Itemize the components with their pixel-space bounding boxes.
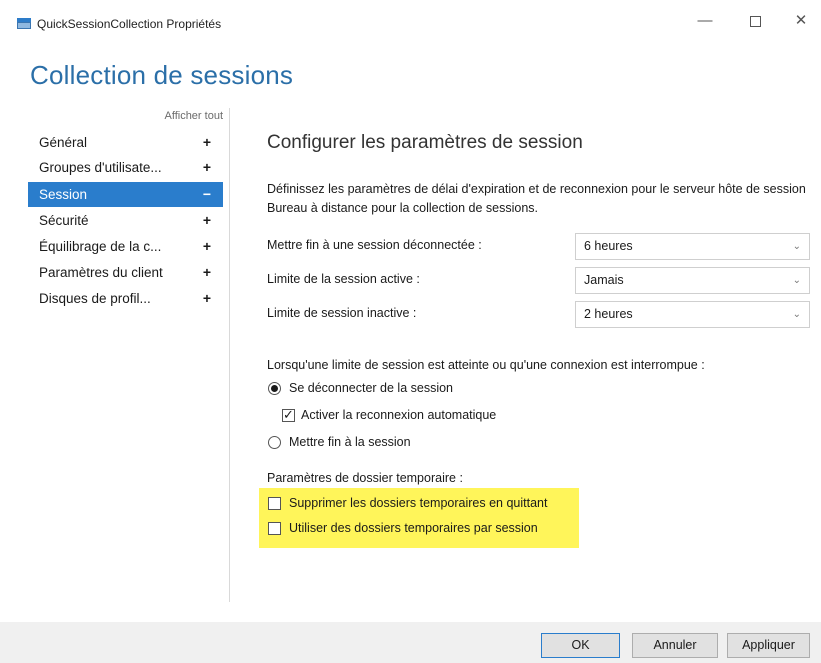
page-title: Collection de sessions bbox=[30, 60, 294, 90]
sidebar-item-user-groups[interactable]: Groupes d'utilisate... + bbox=[28, 155, 223, 180]
delete-temp-folders-label[interactable]: Supprimer les dossiers temporaires en qu… bbox=[289, 496, 547, 510]
chevron-down-icon: ⌄ bbox=[792, 275, 801, 286]
auto-reconnect-checkbox[interactable] bbox=[282, 407, 295, 423]
sidebar-item-client-settings[interactable]: Paramètres du client + bbox=[28, 260, 223, 285]
chevron-down-icon: ⌄ bbox=[792, 241, 801, 252]
auto-reconnect-label[interactable]: Activer la reconnexion automatique bbox=[301, 408, 496, 422]
delete-temp-folders-checkbox[interactable] bbox=[268, 497, 281, 510]
idle-session-limit-select[interactable]: 2 heures ⌄ bbox=[575, 301, 810, 328]
sidebar-item-load-balancing[interactable]: Équilibrage de la c... + bbox=[28, 234, 223, 259]
sidebar-item-label: Paramètres du client bbox=[39, 265, 163, 280]
expand-icon[interactable]: + bbox=[203, 130, 211, 155]
sidebar-item-label: Sécurité bbox=[39, 213, 89, 228]
section-title: Configurer les paramètres de session bbox=[267, 132, 583, 153]
sidebar-item-general[interactable]: Général + bbox=[28, 130, 223, 155]
limit-reached-label: Lorsqu'une limite de session est atteint… bbox=[267, 358, 705, 372]
cancel-button[interactable]: Annuler bbox=[632, 633, 718, 658]
maximize-button[interactable] bbox=[740, 10, 770, 32]
end-session-radio-label[interactable]: Mettre fin à la session bbox=[289, 435, 411, 449]
select-value: Jamais bbox=[584, 273, 624, 287]
sidebar-item-label: Session bbox=[39, 187, 88, 202]
select-value: 6 heures bbox=[584, 239, 633, 253]
expand-icon[interactable]: + bbox=[203, 155, 211, 180]
window-title: QuickSessionCollection Propriétés bbox=[37, 17, 222, 31]
per-session-temp-folders-label[interactable]: Utiliser des dossiers temporaires par se… bbox=[289, 521, 538, 535]
sidebar-item-label: Général bbox=[39, 135, 88, 150]
chevron-down-icon: ⌄ bbox=[792, 309, 801, 320]
maximize-icon bbox=[749, 15, 761, 27]
apply-button[interactable]: Appliquer bbox=[727, 633, 810, 658]
section-description: Définissez les paramètres de délai d'exp… bbox=[267, 182, 806, 215]
nav-divider bbox=[229, 108, 230, 602]
idle-session-limit-label: Limite de session inactive : bbox=[267, 306, 417, 320]
minimize-icon: — bbox=[697, 12, 713, 29]
disconnected-session-select[interactable]: 6 heures ⌄ bbox=[575, 233, 810, 260]
sidebar-item-session[interactable]: Session − bbox=[28, 182, 223, 207]
select-value: 2 heures bbox=[584, 307, 633, 321]
sidebar-item-security[interactable]: Sécurité + bbox=[28, 208, 223, 233]
title-bar: QuickSessionCollection Propriétés — ✕ bbox=[0, 0, 821, 34]
end-session-radio[interactable] bbox=[268, 436, 281, 449]
expand-icon[interactable]: + bbox=[203, 234, 211, 259]
dialog-footer: OK Annuler Appliquer bbox=[0, 622, 821, 663]
show-all-link[interactable]: Afficher tout bbox=[165, 110, 224, 122]
minimize-button[interactable]: — bbox=[690, 10, 720, 32]
close-icon: ✕ bbox=[794, 12, 808, 29]
sidebar-item-label: Équilibrage de la c... bbox=[39, 239, 162, 254]
per-session-temp-folders-checkbox[interactable] bbox=[268, 522, 281, 535]
active-session-limit-select[interactable]: Jamais ⌄ bbox=[575, 267, 810, 294]
disconnect-radio[interactable] bbox=[268, 382, 281, 395]
active-session-limit-label: Limite de la session active : bbox=[267, 272, 420, 286]
collapse-icon[interactable]: − bbox=[203, 182, 211, 207]
ok-button[interactable]: OK bbox=[541, 633, 620, 658]
sidebar-item-label: Groupes d'utilisate... bbox=[39, 160, 162, 175]
server-manager-icon bbox=[17, 18, 31, 29]
disconnect-radio-label[interactable]: Se déconnecter de la session bbox=[289, 381, 453, 395]
expand-icon[interactable]: + bbox=[203, 208, 211, 233]
close-button[interactable]: ✕ bbox=[786, 10, 816, 32]
disconnected-session-label: Mettre fin à une session déconnectée : bbox=[267, 238, 482, 252]
expand-icon[interactable]: + bbox=[203, 260, 211, 285]
sidebar-item-label: Disques de profil... bbox=[39, 291, 151, 306]
sidebar-item-profile-disks[interactable]: Disques de profil... + bbox=[28, 286, 223, 311]
expand-icon[interactable]: + bbox=[203, 286, 211, 311]
temp-folder-label: Paramètres de dossier temporaire : bbox=[267, 471, 463, 485]
